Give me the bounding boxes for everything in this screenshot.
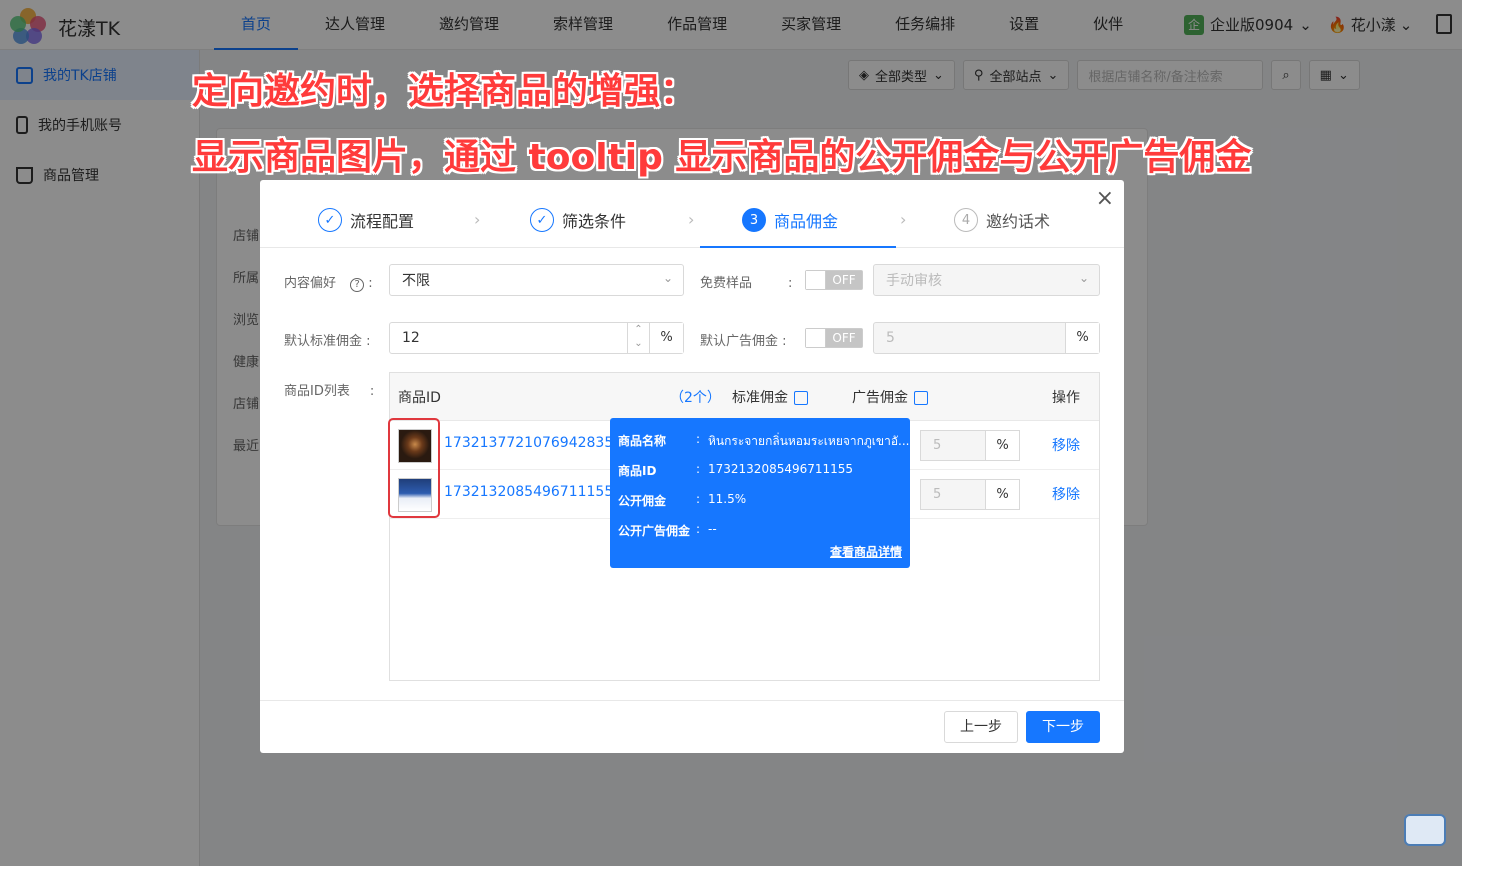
default-std-label: 默认标准佣金 : <box>284 334 371 349</box>
chevron-right-icon: › <box>900 210 907 229</box>
free-sample-mode-value: 手动审核 <box>886 273 942 289</box>
tooltip-ad-value: -- <box>708 522 717 536</box>
free-sample-toggle[interactable]: OFF <box>805 270 863 290</box>
product-list-label: 商品ID列表: <box>284 384 375 399</box>
edit-icon[interactable] <box>914 391 928 405</box>
help-icon[interactable]: ? <box>350 278 365 292</box>
active-step-indicator <box>700 246 896 248</box>
tooltip-pub-row: 公开佣金:11.5% <box>618 492 747 508</box>
app-window: 花漾TK 首页 达人管理 邀约管理 索样管理 作品管理 买家管理 任务编排 设置… <box>0 0 1462 866</box>
percent-suffix: % <box>985 480 1019 509</box>
tooltip-id-row: 商品ID:1732132085496711155 <box>618 462 854 478</box>
tooltip-id-value: 1732132085496711155 <box>708 462 854 476</box>
default-ad-label: 默认广告佣金 : <box>700 334 787 349</box>
view-product-detail-link[interactable]: 查看商品详情 <box>830 543 902 560</box>
col-actions: 操作 <box>1052 390 1080 406</box>
ad-commission-input[interactable]: 5% <box>920 430 1020 461</box>
highlight-box <box>388 418 440 518</box>
step-number: 3 <box>742 208 766 232</box>
annotation-title: 定向邀约时，选择商品的增强： <box>192 71 697 112</box>
ad-commission-value: 5 <box>933 487 942 502</box>
step-label: 商品佣金 <box>774 212 839 231</box>
default-std-value: 12 <box>402 330 420 346</box>
step-filter-conditions[interactable]: ✓ 筛选条件 <box>530 208 626 232</box>
tooltip-name-value: หินกระจายกลิ่นหอมระเหยจากภูเขาอั... <box>708 434 910 448</box>
ad-commission-input[interactable]: 5% <box>920 479 1020 510</box>
check-circle-icon: ✓ <box>530 208 554 232</box>
free-sample-mode-select[interactable]: 手动审核 ⌄ <box>873 264 1100 296</box>
remove-button[interactable]: 移除 <box>1052 484 1080 504</box>
percent-suffix: % <box>1065 323 1099 353</box>
tooltip-name-row: 商品名称: หินกระจายกลิ่นหอมระเหยจากภูเขาอั... <box>618 432 910 451</box>
inbox-tray-icon[interactable] <box>1404 814 1446 846</box>
content-pref-label: 内容偏好 ? : <box>284 276 373 292</box>
next-step-button[interactable]: 下一步 <box>1026 711 1100 743</box>
content-pref-select[interactable]: 不限 ⌄ <box>389 264 684 296</box>
chevron-right-icon: › <box>474 210 481 229</box>
percent-suffix: % <box>985 431 1019 460</box>
table-header: 商品ID （2个） 标准佣金 广告佣金 操作 <box>390 373 1099 421</box>
step-label: 邀约话术 <box>986 212 1051 231</box>
default-ad-input[interactable]: 5 % <box>873 322 1100 354</box>
product-id-link[interactable]: 1732137721076942835 <box>444 435 613 451</box>
number-stepper[interactable]: ⌃ ⌄ <box>627 323 649 353</box>
product-count: （2个） <box>670 390 721 406</box>
percent-suffix: % <box>649 323 683 353</box>
default-ad-value: 5 <box>886 330 895 346</box>
tooltip-ad-row: 公开广告佣金: -- <box>618 522 717 538</box>
col-product-id: 商品ID <box>398 390 441 406</box>
col-std-commission: 标准佣金 <box>732 387 808 407</box>
chevron-down-icon: ⌄ <box>662 271 673 285</box>
check-circle-icon: ✓ <box>318 208 342 232</box>
content-pref-value: 不限 <box>402 273 430 289</box>
toggle-state: OFF <box>826 329 862 347</box>
dialog-footer: 上一步 下一步 <box>260 700 1124 753</box>
default-ad-toggle[interactable]: OFF <box>805 328 863 348</box>
free-sample-label: 免费样品: <box>700 276 793 291</box>
annotation-subtitle: 显示商品图片，通过 tooltip 显示商品的公开佣金与公开广告佣金 <box>192 137 1252 178</box>
tooltip-pub-value: 11.5% <box>708 492 747 506</box>
chevron-right-icon: › <box>688 210 695 229</box>
product-tooltip: 商品名称: หินกระจายกลิ่นหอมระเหยจากภูเขาอั...… <box>610 418 910 568</box>
step-label: 流程配置 <box>350 212 415 231</box>
toggle-state: OFF <box>826 271 862 289</box>
default-std-input[interactable]: 12 ⌃ ⌄ % <box>389 322 684 354</box>
step-label: 筛选条件 <box>562 212 627 231</box>
step-product-commission[interactable]: 3 商品佣金 <box>742 208 838 232</box>
remove-button[interactable]: 移除 <box>1052 435 1080 455</box>
edit-icon[interactable] <box>794 391 808 405</box>
col-ad-commission: 广告佣金 <box>852 387 928 407</box>
step-invite-script[interactable]: 4 邀约话术 <box>954 208 1050 232</box>
prev-step-button[interactable]: 上一步 <box>944 711 1018 743</box>
product-id-link[interactable]: 1732132085496711155 <box>444 484 613 500</box>
step-number: 4 <box>954 208 978 232</box>
ad-commission-value: 5 <box>933 438 942 453</box>
chevron-down-icon: ⌄ <box>1078 271 1089 285</box>
wizard-steps: ✓ 流程配置 › ✓ 筛选条件 › 3 商品佣金 › 4 邀约话术 <box>260 198 1124 248</box>
step-flow-config[interactable]: ✓ 流程配置 <box>318 208 414 232</box>
